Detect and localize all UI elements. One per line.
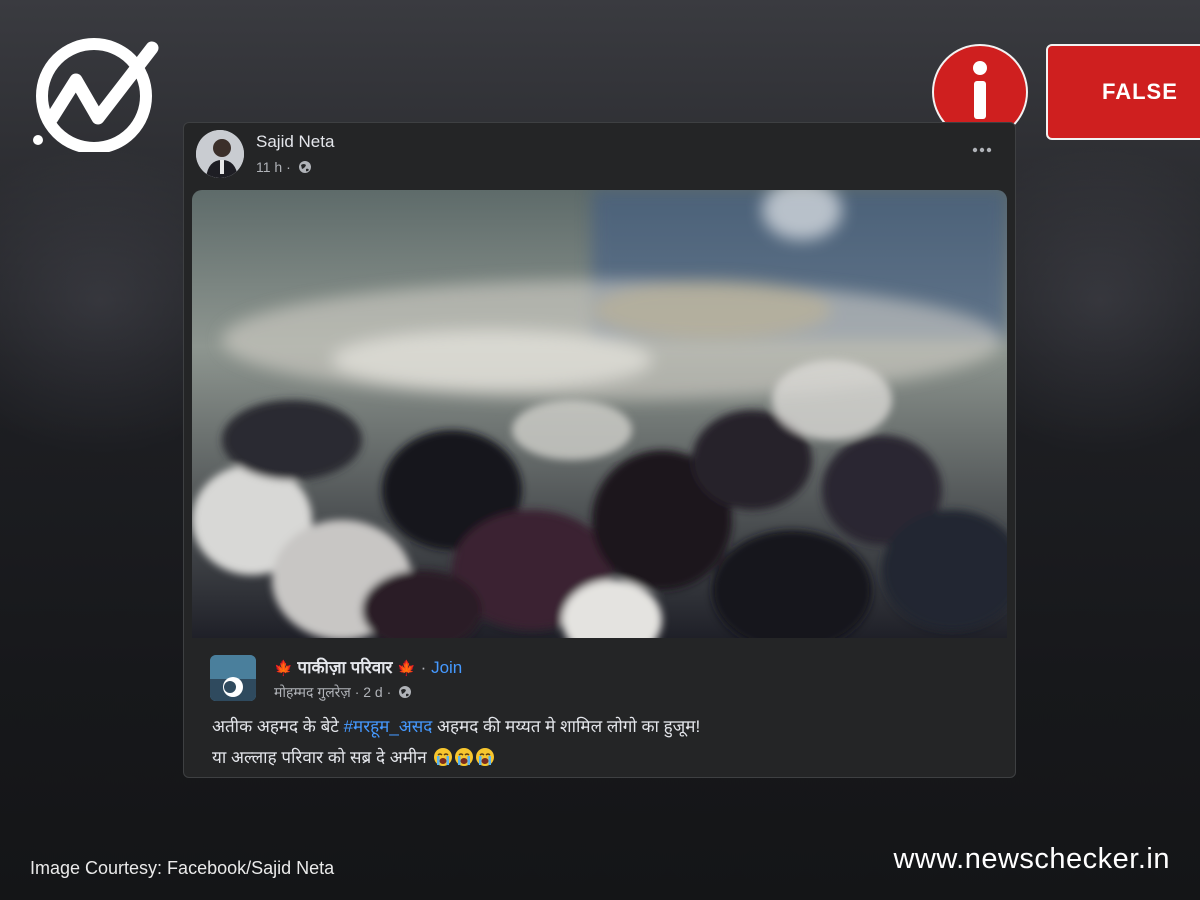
author-avatar[interactable] — [196, 130, 244, 178]
facebook-post-card: Sajid Neta 11 h · 🍁 पाकीज़ा परिवार 🍁 · J… — [183, 122, 1016, 778]
group-poster-name[interactable]: मोहम्मद गुलरेज़ — [274, 684, 351, 700]
globe-icon — [399, 686, 412, 698]
group-emoji-right: 🍁 — [397, 660, 416, 677]
video-thumbnail-crowd — [192, 190, 1007, 638]
website-url[interactable]: www.newschecker.in — [893, 843, 1170, 876]
more-options-icon[interactable] — [971, 145, 993, 155]
post-meta: 11 h · — [256, 159, 312, 175]
group-post-time[interactable]: · 2 d · — [355, 684, 392, 700]
group-emoji-left: 🍁 — [274, 660, 293, 677]
post-video[interactable] — [192, 190, 1007, 638]
group-name[interactable]: पाकीज़ा परिवार — [297, 658, 392, 677]
newschecker-logo-icon — [33, 38, 159, 152]
caption-text: अतीक अहमद के बेटे — [212, 717, 344, 736]
post-time[interactable]: 11 h · — [256, 159, 291, 175]
group-post-meta: मोहम्मद गुलरेज़ · 2 d · — [274, 683, 412, 702]
caption-line-2: या अल्लाह परिवार को सब्र दे अमीन — [212, 742, 700, 773]
image-courtesy: Image Courtesy: Facebook/Sajid Neta — [30, 858, 335, 878]
post-author-name[interactable]: Sajid Neta — [256, 132, 334, 152]
caption-text: अहमद की मय्यत मे शामिल लोगो का हुजूम! — [432, 717, 701, 736]
globe-icon — [298, 161, 311, 173]
join-link[interactable]: Join — [431, 658, 462, 677]
caption-text: या अल्लाह परिवार को सब्र दे अमीन — [212, 748, 427, 767]
separator-dot: · — [420, 658, 427, 677]
caption-line-1: अतीक अहमद के बेटे #मरहूम_असद अहमद की मय्… — [212, 711, 700, 742]
loudly-crying-face-icon — [434, 748, 495, 766]
verdict-label: FALSE — [1046, 44, 1200, 140]
post-caption: अतीक अहमद के बेटे #मरहूम_असद अहमद की मय्… — [212, 711, 700, 773]
hashtag-link[interactable]: #मरहूम_असद — [344, 717, 433, 736]
group-avatar[interactable] — [210, 655, 256, 701]
group-name-row: 🍁 पाकीज़ा परिवार 🍁 · Join — [274, 655, 462, 678]
